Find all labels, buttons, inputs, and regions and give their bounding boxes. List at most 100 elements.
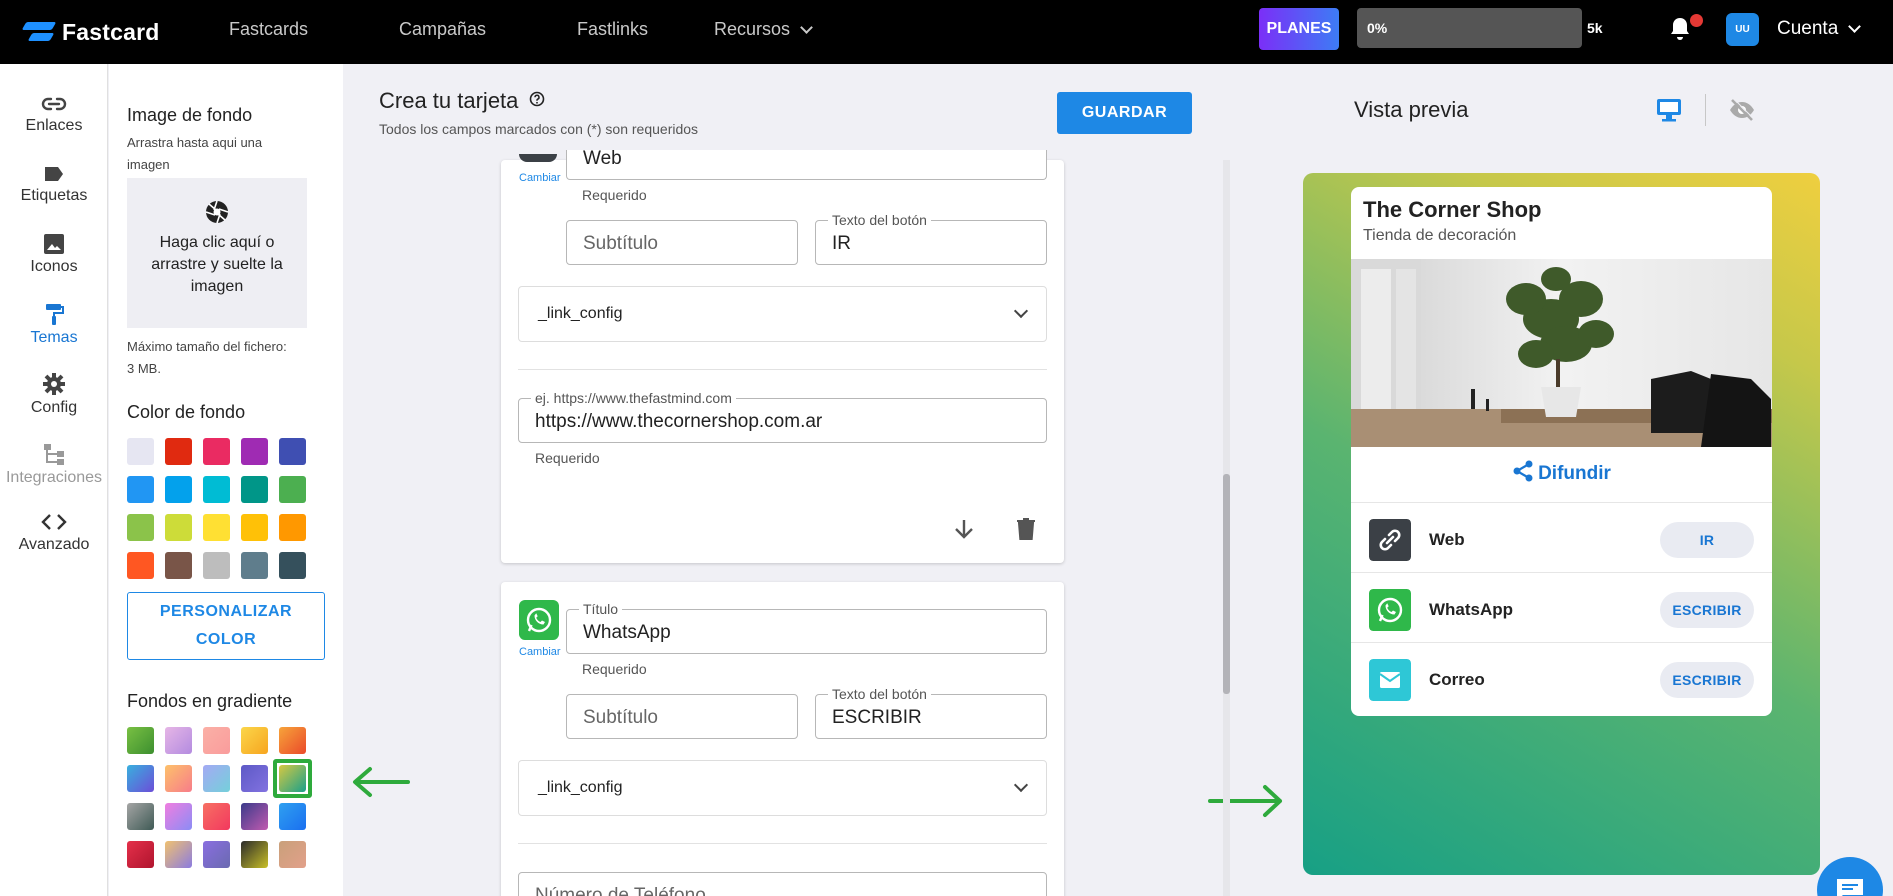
nav-recursos[interactable]: Recursos bbox=[714, 19, 813, 40]
preview-link-name: Web bbox=[1429, 530, 1465, 549]
color-swatch-10[interactable] bbox=[279, 476, 306, 503]
gradient-swatch-4[interactable] bbox=[241, 727, 268, 754]
nav-campanas[interactable]: Campañas bbox=[399, 19, 486, 40]
share-button[interactable]: Difundir bbox=[1351, 460, 1772, 485]
color-swatch-7[interactable] bbox=[165, 476, 192, 503]
color-swatch-11[interactable] bbox=[127, 514, 154, 541]
sidebar-item-enlaces[interactable]: Enlaces bbox=[0, 94, 108, 135]
gradient-swatch-16[interactable] bbox=[127, 841, 154, 868]
preview-link-button-web[interactable]: IR bbox=[1660, 522, 1754, 558]
title-field-whatsapp[interactable]: Título WhatsApp bbox=[566, 601, 1047, 654]
preview-link-button-whatsapp[interactable]: ESCRIBIR bbox=[1660, 592, 1754, 628]
arrow-down-icon[interactable] bbox=[953, 517, 975, 541]
url-field-web[interactable]: ej. https://www.thefastmind.com https://… bbox=[518, 390, 1047, 443]
gradient-swatch-12[interactable] bbox=[165, 803, 192, 830]
color-swatch-3[interactable] bbox=[203, 438, 230, 465]
sidebar-item-config[interactable]: Config bbox=[0, 372, 108, 417]
color-swatch-14[interactable] bbox=[241, 514, 268, 541]
subtitle-placeholder: Subtítulo bbox=[583, 707, 658, 728]
gradient-swatch-15[interactable] bbox=[279, 803, 306, 830]
nav-fastlinks[interactable]: Fastlinks bbox=[577, 19, 648, 40]
trash-icon[interactable] bbox=[1016, 517, 1036, 541]
subtitle-field-web[interactable]: Subtítulo bbox=[566, 220, 798, 265]
gradient-swatch-3[interactable] bbox=[203, 727, 230, 754]
color-swatch-2[interactable] bbox=[165, 438, 192, 465]
phone-placeholder: Número de Teléfono bbox=[535, 885, 706, 896]
link-config-accordion-whatsapp[interactable]: _link_config bbox=[518, 760, 1047, 816]
button-text-field-web[interactable]: Texto del botón IR bbox=[815, 212, 1047, 265]
gradient-swatch-2[interactable] bbox=[165, 727, 192, 754]
whatsapp-icon bbox=[519, 600, 559, 640]
chevron-down-icon bbox=[1013, 303, 1029, 319]
change-icon-link[interactable]: Cambiar bbox=[519, 172, 561, 184]
gradient-swatch-7[interactable] bbox=[165, 765, 192, 792]
color-swatch-4[interactable] bbox=[241, 438, 268, 465]
image-dropzone[interactable]: Haga clic aquí o arrastre y suelte la im… bbox=[127, 178, 307, 328]
button-text-field-whatsapp[interactable]: Texto del botón ESCRIBIR bbox=[815, 686, 1047, 739]
bell-icon[interactable] bbox=[1668, 16, 1692, 42]
notification-dot bbox=[1690, 14, 1703, 27]
dropzone-line2: arrastre y suelte la bbox=[151, 256, 283, 273]
color-swatch-6[interactable] bbox=[127, 476, 154, 503]
account-menu[interactable]: Cuenta bbox=[1777, 18, 1862, 40]
gradient-swatch-9[interactable] bbox=[241, 765, 268, 792]
change-icon-link[interactable]: Cambiar bbox=[519, 646, 561, 658]
planes-button[interactable]: PLANES bbox=[1259, 8, 1339, 50]
logo-text: Fastcard bbox=[62, 18, 160, 45]
color-swatch-18[interactable] bbox=[203, 552, 230, 579]
gradient-swatch-17[interactable] bbox=[165, 841, 192, 868]
editor-scrollbar-thumb[interactable] bbox=[1223, 474, 1230, 694]
sidebar-item-integraciones[interactable]: Integraciones bbox=[0, 442, 108, 487]
custom-color-button[interactable]: PERSONALIZAR COLOR bbox=[127, 592, 325, 660]
subtitle-field-whatsapp[interactable]: Subtítulo bbox=[566, 694, 798, 739]
color-swatch-9[interactable] bbox=[241, 476, 268, 503]
help-icon[interactable] bbox=[529, 91, 545, 107]
shop-subtitle: Tienda de decoración bbox=[1363, 227, 1517, 244]
color-swatch-17[interactable] bbox=[165, 552, 192, 579]
chat-button[interactable] bbox=[1817, 857, 1883, 896]
url-label: ej. https://www.thefastmind.com bbox=[531, 390, 736, 406]
usage-progress-text: 0% bbox=[1367, 20, 1388, 36]
gradient-swatch-19[interactable] bbox=[241, 841, 268, 868]
color-swatch-15[interactable] bbox=[279, 514, 306, 541]
desktop-icon[interactable] bbox=[1656, 98, 1682, 122]
link-card-whatsapp: Cambiar Título WhatsApp Requerido Subtít… bbox=[501, 582, 1064, 896]
top-navbar: Fastcard Fastcards Campañas Fastlinks Re… bbox=[0, 0, 1893, 64]
fastcard-logo[interactable]: Fastcard bbox=[21, 14, 160, 50]
sidebar-item-etiquetas[interactable]: Etiquetas bbox=[0, 164, 108, 205]
arrow-right-icon bbox=[1208, 785, 1282, 817]
color-swatch-12[interactable] bbox=[165, 514, 192, 541]
save-button[interactable]: GUARDAR bbox=[1057, 92, 1192, 134]
color-swatch-5[interactable] bbox=[279, 438, 306, 465]
sidebar-item-iconos[interactable]: Iconos bbox=[0, 233, 108, 276]
preview-link-whatsapp[interactable]: WhatsApp ESCRIBIR bbox=[1351, 572, 1772, 642]
color-swatch-8[interactable] bbox=[203, 476, 230, 503]
title-field-web[interactable]: Web bbox=[566, 148, 1047, 180]
gradient-swatch-11[interactable] bbox=[127, 803, 154, 830]
nav-fastcards[interactable]: Fastcards bbox=[229, 19, 308, 40]
color-swatch-20[interactable] bbox=[279, 552, 306, 579]
preview-link-button-correo[interactable]: ESCRIBIR bbox=[1660, 662, 1754, 698]
phone-field[interactable]: Número de Teléfono bbox=[518, 872, 1047, 896]
gradient-swatch-8[interactable] bbox=[203, 765, 230, 792]
gradient-swatch-14[interactable] bbox=[241, 803, 268, 830]
color-swatch-13[interactable] bbox=[203, 514, 230, 541]
gradient-swatch-6[interactable] bbox=[127, 765, 154, 792]
avatar[interactable]: UU bbox=[1726, 13, 1759, 46]
gradient-swatch-13[interactable] bbox=[203, 803, 230, 830]
link-config-accordion-web[interactable]: _link_config bbox=[518, 286, 1047, 342]
gradient-swatch-1[interactable] bbox=[127, 727, 154, 754]
sidebar-item-temas[interactable]: Temas bbox=[0, 302, 108, 347]
gradient-swatch-18[interactable] bbox=[203, 841, 230, 868]
eye-off-icon[interactable] bbox=[1728, 98, 1756, 122]
gradient-swatch-5[interactable] bbox=[279, 727, 306, 754]
sidebar-item-avanzado[interactable]: Avanzado bbox=[0, 511, 108, 554]
color-swatch-1[interactable] bbox=[127, 438, 154, 465]
preview-link-web[interactable]: Web IR bbox=[1351, 502, 1772, 572]
bg-image-heading: Image de fondo bbox=[127, 105, 253, 125]
gradient-swatch-20[interactable] bbox=[279, 841, 306, 868]
label-icon bbox=[45, 167, 63, 181]
preview-link-correo[interactable]: Correo ESCRIBIR bbox=[1351, 642, 1772, 712]
color-swatch-16[interactable] bbox=[127, 552, 154, 579]
color-swatch-19[interactable] bbox=[241, 552, 268, 579]
